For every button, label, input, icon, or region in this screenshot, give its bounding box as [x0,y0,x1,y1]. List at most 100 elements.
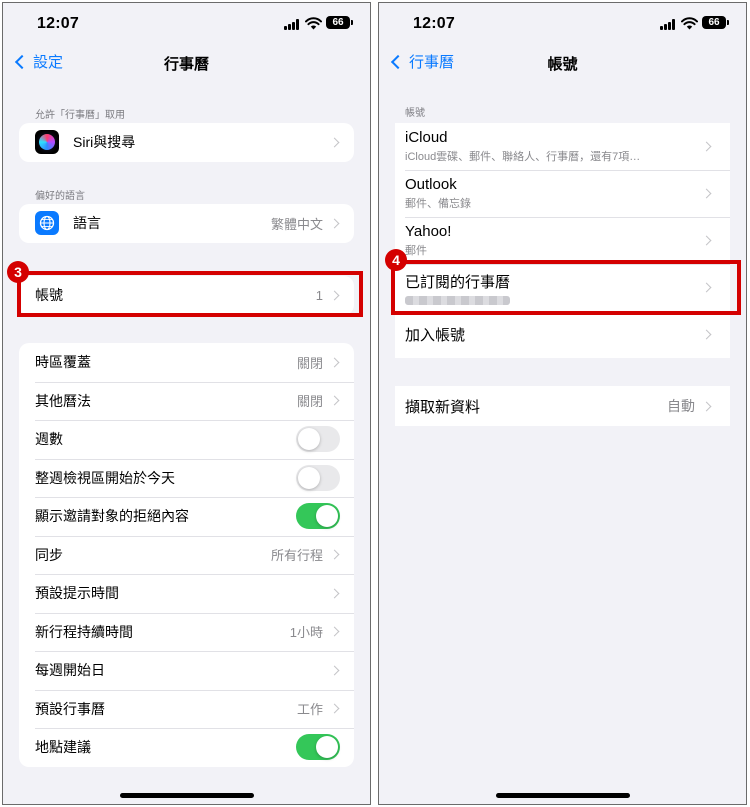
fetch-new-data-row[interactable]: 擷取新資料 自動 [395,386,730,426]
accounts-row[interactable]: 帳號 1 [19,276,354,315]
battery-icon: 66 [702,16,729,29]
account-row[interactable]: Yahoo! 郵件 [395,217,730,264]
row-label: 時區覆蓋 [35,354,91,371]
status-time: 12:07 [37,15,79,32]
chevron-right-icon [701,329,712,340]
row-value: 關閉 [296,394,323,410]
row-value: 關閉 [296,355,323,371]
chevron-right-icon [701,235,712,246]
row-label: 顯示邀請對象的拒絕內容 [35,508,189,525]
setting-row[interactable]: 預設行事曆 工作 [19,689,354,729]
toggle-switch[interactable] [296,734,340,761]
chevron-right-icon [329,395,340,406]
account-subtitle: 郵件 [405,245,427,257]
section-label-language: 偏好的語言 [35,191,85,202]
setting-row[interactable]: 同步 所有行程 [19,535,354,575]
setting-row[interactable]: 其他曆法 關閉 [19,381,354,421]
account-row[interactable]: Outlook 郵件、備忘錄 [395,170,730,217]
language-row[interactable]: 語言 繁體中文 [19,204,354,243]
section-label-accounts: 帳號 [405,108,425,119]
chevron-right-icon [329,357,340,368]
home-indicator[interactable] [119,793,254,798]
row-label: 每週開始日 [35,662,105,679]
setting-row[interactable]: 時區覆蓋 關閉 [19,343,354,382]
page-title: 帳號 [547,56,578,73]
calendar-settings-screen: 12:07 66 設定 行事曆 允許「行事曆」取用 Siri與搜尋 偏好的語言 … [2,2,371,805]
account-row[interactable]: iCloud iCloud雲碟、郵件、聯絡人、行事曆，還有7項… [395,123,730,170]
row-label: 地點建議 [35,739,91,756]
row-label: Siri與搜尋 [73,134,136,151]
globe-icon [35,211,59,236]
status-time: 12:07 [413,15,455,32]
row-label: 其他曆法 [35,392,91,409]
setting-row: 整週檢視區開始於今天 [19,458,354,498]
account-row[interactable]: 加入帳號 [395,311,730,358]
cellular-signal-icon [660,19,676,30]
row-label: 擷取新資料 [405,398,481,416]
wifi-icon [305,17,322,30]
accounts-group: 帳號 1 [19,276,354,315]
row-label: 同步 [35,546,63,563]
chevron-right-icon [329,588,340,599]
allow-group: Siri與搜尋 [19,123,354,162]
setting-row[interactable]: 每週開始日 [19,651,354,690]
chevron-right-icon [329,549,340,560]
row-text: iCloud iCloud雲碟、郵件、聯絡人、行事曆，還有7項… [405,129,703,164]
chevron-right-icon [329,626,340,637]
step-marker: 4 [385,249,407,271]
row-label: 帳號 [35,287,63,304]
account-row[interactable]: 已訂閱的行事曆 [395,264,730,311]
toggle-switch[interactable] [296,426,340,453]
toggle-switch[interactable] [296,503,340,530]
toggle-knob [316,505,338,528]
chevron-right-icon [329,703,340,714]
row-value: 工作 [296,702,323,718]
status-bar: 12:07 66 [3,3,370,43]
row-text: 加入帳號 [405,324,703,345]
nav-bar: 設定 行事曆 [3,47,370,79]
setting-row: 週數 [19,420,354,459]
account-name: 加入帳號 [405,327,466,344]
account-name: iCloud [405,129,448,146]
language-group: 語言 繁體中文 [19,204,354,243]
setting-row: 地點建議 [19,728,354,767]
account-subtitle: iCloud雲碟、郵件、聯絡人、行事曆，還有7項… [405,151,641,163]
row-text: 已訂閱的行事曆 [405,271,703,305]
siri-search-row[interactable]: Siri與搜尋 [19,123,354,162]
accounts-screen: 12:07 66 行事曆 帳號 帳號 iCloud iCloud雲碟、郵件、聯絡人… [378,2,747,805]
account-name: 已訂閱的行事曆 [405,273,511,291]
home-indicator[interactable] [495,793,630,798]
chevron-right-icon [701,141,712,152]
chevron-right-icon [701,188,712,199]
row-text: 擷取新資料 [405,396,667,417]
chevron-right-icon [701,282,712,293]
accounts-count: 1 [315,287,323,303]
chevron-right-icon [329,218,340,229]
toggle-knob [316,736,338,759]
row-label: 整週檢視區開始於今天 [35,469,175,486]
row-label: 語言 [73,215,101,232]
redacted-subtitle [405,295,510,305]
chevron-right-icon [329,665,340,676]
row-label: 新行程持續時間 [35,623,133,640]
cellular-signal-icon [284,19,300,30]
account-name: Yahoo! [405,223,452,240]
fetch-value: 自動 [667,398,695,414]
setting-row[interactable]: 預設提示時間 [19,574,354,613]
chevron-right-icon [329,290,340,301]
row-value: 所有行程 [270,548,323,564]
wifi-icon [681,17,698,30]
setting-row: 顯示邀請對象的拒絕內容 [19,497,354,536]
step-marker: 3 [7,261,29,283]
row-label: 預設提示時間 [35,585,119,602]
toggle-switch[interactable] [296,464,340,491]
setting-row[interactable]: 新行程持續時間 1小時 [19,612,354,652]
account-subtitle: 郵件、備忘錄 [405,198,471,210]
accounts-list: iCloud iCloud雲碟、郵件、聯絡人、行事曆，還有7項… Outlook 郵件… [395,123,730,358]
page-title: 行事曆 [163,56,209,73]
battery-icon: 66 [326,16,353,29]
nav-bar: 行事曆 帳號 [379,47,746,79]
status-bar: 12:07 66 [379,3,746,43]
chevron-right-icon [329,137,340,148]
toggle-knob [298,466,320,489]
